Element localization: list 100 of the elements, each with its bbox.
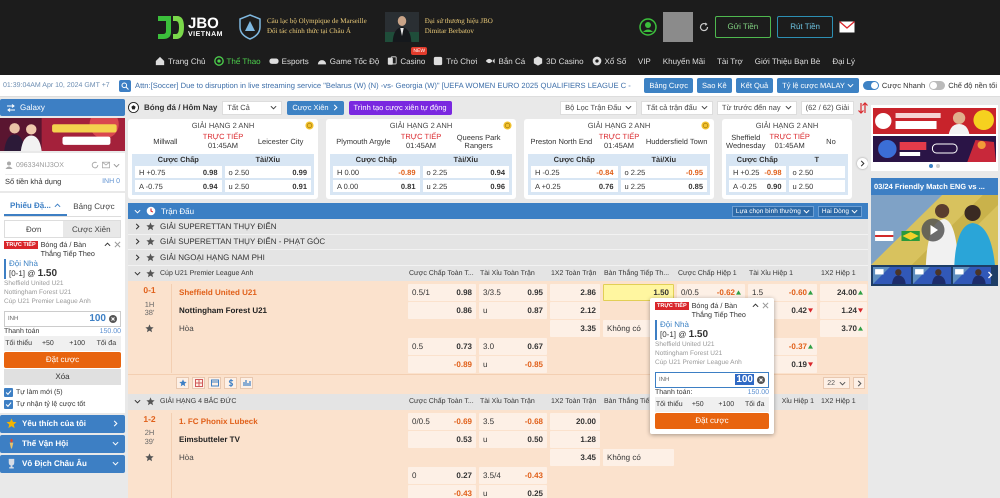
odds-cell[interactable]: 0 0.27 bbox=[408, 466, 476, 484]
trophy-icon bbox=[6, 458, 17, 470]
odds-cell[interactable]: 1.50 bbox=[603, 284, 674, 301]
odds-cell[interactable]: 3.70 bbox=[820, 320, 867, 337]
clear-button[interactable]: Xóa bbox=[4, 368, 121, 385]
star-icon[interactable] bbox=[176, 377, 189, 389]
nav-link[interactable]: Game Tốc Độ bbox=[316, 56, 380, 66]
sport-title: Bóng đá / Hôm Nay bbox=[144, 103, 218, 112]
chevron-right-icon[interactable] bbox=[986, 271, 994, 279]
chevron-right-icon bbox=[134, 254, 141, 261]
odds-cell[interactable]: 3/3.5 0.95 bbox=[479, 284, 547, 301]
nav-link[interactable]: 3D Casino bbox=[533, 56, 584, 66]
caret-icon bbox=[851, 208, 858, 214]
section-bar[interactable]: Vô Địch Châu Âu bbox=[0, 454, 125, 473]
star-icon[interactable] bbox=[146, 237, 155, 246]
odds-cell[interactable]: u 0.87 bbox=[479, 302, 547, 319]
odds-cell[interactable]: 0.53 bbox=[408, 430, 476, 448]
next-button[interactable] bbox=[853, 377, 865, 389]
dollar-icon[interactable] bbox=[224, 377, 237, 389]
odds-cell[interactable]: u 0.50 bbox=[479, 430, 547, 448]
league-row[interactable]: GIẢI NGOẠI HẠNG NAM PHI bbox=[128, 250, 868, 266]
odds-cell[interactable]: 3.45 bbox=[550, 448, 600, 466]
slip-tab[interactable]: Phiếu Đặ... bbox=[4, 196, 67, 216]
odds-cell[interactable]: Không có bbox=[603, 448, 674, 466]
checkbox[interactable] bbox=[4, 400, 13, 409]
play-icon[interactable] bbox=[921, 218, 945, 242]
star-icon[interactable] bbox=[146, 252, 155, 262]
nav-link[interactable]: Giới Thiệu Bạn Bè bbox=[754, 56, 820, 66]
star-icon[interactable] bbox=[145, 324, 154, 334]
nav-link[interactable]: Xổ Số bbox=[592, 56, 626, 66]
nav-link[interactable]: Bắn Cá bbox=[485, 56, 526, 66]
odds-cell[interactable]: 0/0.5 -0.69 bbox=[408, 412, 476, 430]
carousel-dot[interactable] bbox=[929, 164, 933, 168]
chevron-down-icon bbox=[134, 208, 141, 214]
odds-cell[interactable]: 0.86 bbox=[408, 302, 476, 319]
odds-cell[interactable]: u 0.25 bbox=[479, 484, 547, 498]
close-icon[interactable] bbox=[114, 241, 121, 248]
star-icon[interactable] bbox=[146, 397, 155, 406]
card-icon[interactable] bbox=[208, 377, 221, 389]
close-icon[interactable] bbox=[762, 302, 769, 309]
nav-link[interactable]: Casino bbox=[387, 56, 426, 66]
bet-mode-tab[interactable]: Cược Xiên bbox=[62, 221, 120, 237]
crest-icon bbox=[239, 14, 261, 40]
nav-link[interactable]: VIP bbox=[638, 56, 651, 66]
odds-cell[interactable]: 0.5/1 0.98 bbox=[408, 284, 476, 301]
odds-cell[interactable]: u -0.85 bbox=[479, 356, 547, 373]
odds-cell[interactable]: 3.5/4 -0.43 bbox=[479, 466, 547, 484]
chevron-right-icon bbox=[856, 380, 862, 386]
odds-cell[interactable]: 0.5 0.73 bbox=[408, 338, 476, 355]
search-button[interactable] bbox=[119, 80, 131, 92]
nav-link[interactable]: Thể Thao bbox=[214, 56, 261, 66]
odds-cell[interactable]: 3.35 bbox=[550, 320, 600, 337]
caret-icon bbox=[54, 202, 61, 208]
nav-link[interactable]: Trò Chơi bbox=[433, 56, 478, 66]
nav-link[interactable]: Khuyến Mãi bbox=[662, 56, 706, 66]
score: 0-1 bbox=[143, 286, 156, 296]
sort-icon[interactable] bbox=[858, 102, 868, 114]
bars-icon[interactable] bbox=[240, 377, 253, 389]
odds-cell[interactable]: 20.00 bbox=[550, 412, 600, 430]
avatar-icon[interactable] bbox=[638, 18, 656, 36]
collapse-icon bbox=[104, 241, 111, 248]
refresh-icon[interactable] bbox=[698, 22, 708, 32]
odds-cell[interactable]: 1.28 bbox=[550, 430, 600, 448]
score: 1-2 bbox=[143, 414, 156, 424]
odds-cell[interactable]: 24.00 bbox=[820, 284, 867, 301]
chevron-right-icon bbox=[332, 104, 339, 111]
caret-icon bbox=[839, 380, 846, 386]
star-icon[interactable] bbox=[145, 452, 154, 462]
league-row[interactable]: GIẢI SUPERETTAN THỤY ĐIỂN bbox=[128, 219, 868, 234]
odds-cell[interactable]: 3.5 -0.68 bbox=[479, 412, 547, 430]
league-row[interactable]: GIẢI SUPERETTAN THỤY ĐIỂN - PHẠT GÓC bbox=[128, 234, 868, 250]
chevron-right-icon bbox=[134, 238, 141, 246]
checkbox[interactable] bbox=[4, 388, 13, 397]
carousel-dot[interactable] bbox=[936, 164, 940, 168]
chevron-right-icon bbox=[134, 222, 141, 230]
odds-cell[interactable]: 2.12 bbox=[550, 302, 600, 319]
clear-icon[interactable] bbox=[109, 314, 117, 323]
section-bar[interactable]: Yêu thích của tôi bbox=[0, 414, 125, 433]
nav-link[interactable]: Tài Trợ bbox=[717, 56, 743, 66]
mail-icon[interactable] bbox=[839, 20, 855, 32]
star-icon[interactable] bbox=[146, 222, 155, 231]
grid-icon[interactable] bbox=[192, 377, 205, 389]
odds-cell[interactable]: 2.86 bbox=[550, 284, 600, 301]
odds-cell[interactable]: 3.0 0.67 bbox=[479, 338, 547, 355]
star-icon[interactable] bbox=[146, 268, 155, 278]
nav-link[interactable]: Trang Chủ bbox=[155, 56, 206, 66]
wallet-bar[interactable]: Galaxy bbox=[0, 99, 125, 116]
chevron-right-icon bbox=[112, 420, 119, 428]
nav-link[interactable]: Esports bbox=[268, 56, 309, 66]
next-button[interactable] bbox=[857, 158, 868, 169]
coin-icon bbox=[701, 121, 710, 130]
odds-cell[interactable]: 1.24 bbox=[820, 302, 867, 319]
section-bar[interactable]: Thế Vận Hội bbox=[0, 434, 125, 453]
deposit-button[interactable]: Gửi Tiền bbox=[714, 16, 772, 38]
slip-tab[interactable]: Bảng Cược bbox=[66, 196, 121, 216]
odds-cell[interactable]: 1.5 -0.60 bbox=[748, 284, 817, 301]
nav-link[interactable]: Đại Lý bbox=[832, 56, 855, 66]
caret-icon bbox=[700, 104, 708, 111]
withdraw-button[interactable]: Rút Tiền bbox=[777, 16, 833, 38]
clear-icon[interactable] bbox=[757, 376, 765, 384]
